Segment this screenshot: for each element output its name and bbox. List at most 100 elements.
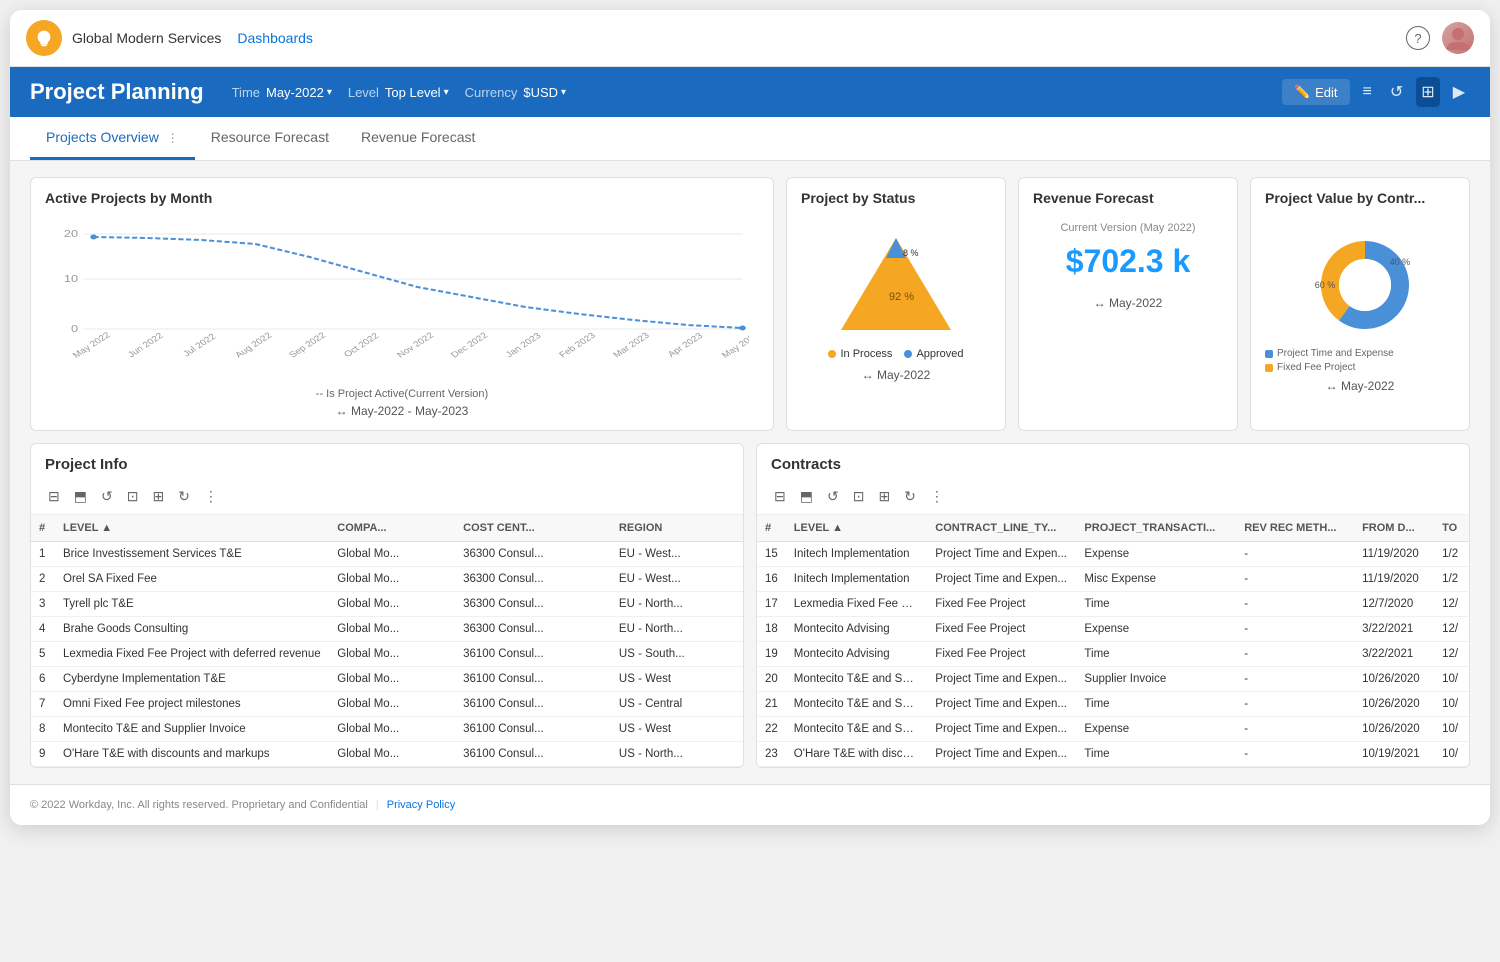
tab-projects-overview[interactable]: Projects Overview ⋮ — [30, 117, 195, 160]
table-row[interactable]: 18 Montecito Advising Fixed Fee Project … — [757, 617, 1469, 642]
row-contract: Project Time and Expen... — [927, 542, 1076, 567]
c-col-from[interactable]: FROM D... — [1354, 515, 1434, 542]
table-row[interactable]: 1 Brice Investissement Services T&E Glob… — [31, 542, 743, 567]
row-level: O'Hare T&E with discounts and markups — [55, 742, 329, 767]
row-region: EU - West... — [611, 567, 743, 592]
copyright-text: © 2022 Workday, Inc. All rights reserved… — [30, 799, 368, 811]
project-info-card: Project Info ⊟ ⬒ ↺ ⊡ ⊞ ↻ ⋮ # LEV — [30, 443, 744, 768]
c-export-tool-btn[interactable]: ⬒ — [797, 485, 816, 508]
tab-resource-forecast[interactable]: Resource Forecast — [195, 117, 345, 160]
fte-legend: Project Time and Expense — [1265, 348, 1455, 359]
col-level[interactable]: LEVEL ▲ — [55, 515, 329, 542]
row-from: 10/19/2021 — [1354, 742, 1434, 767]
row-transaction: Expense — [1076, 542, 1236, 567]
row-from: 3/22/2021 — [1354, 617, 1434, 642]
contracts-table-wrapper: # LEVEL ▲ CONTRACT_LINE_TY... PROJECT_TR… — [757, 515, 1469, 767]
table-row[interactable]: 23 O'Hare T&E with discounts and markups… — [757, 742, 1469, 767]
privacy-link[interactable]: Privacy Policy — [387, 799, 455, 811]
row-cost: 36100 Consul... — [455, 742, 611, 767]
user-avatar[interactable] — [1442, 22, 1474, 54]
table-row[interactable]: 4 Brahe Goods Consulting Global Mo... 36… — [31, 617, 743, 642]
filter-tool-btn[interactable]: ⊟ — [45, 485, 63, 508]
row-to: 12/ — [1434, 642, 1469, 667]
row-num: 15 — [757, 542, 786, 567]
project-status-body: 8 % 92 % In Process Approved — [787, 214, 1005, 402]
export-tool-btn[interactable]: ⬒ — [71, 485, 90, 508]
table-row[interactable]: 17 Lexmedia Fixed Fee Project with defer… — [757, 592, 1469, 617]
c-refresh-tool-btn[interactable]: ↺ — [824, 485, 842, 508]
save-tool-btn[interactable]: ⊞ — [149, 485, 167, 508]
table-row[interactable]: 15 Initech Implementation Project Time a… — [757, 542, 1469, 567]
top-nav-right: ? — [1406, 22, 1474, 54]
revenue-period[interactable]: ↔ May-2022 — [1033, 296, 1223, 310]
tab-menu-icon[interactable]: ⋮ — [167, 131, 179, 145]
approved-dot — [904, 350, 912, 358]
table-row[interactable]: 8 Montecito T&E and Supplier Invoice Glo… — [31, 717, 743, 742]
c-copy-tool-btn[interactable]: ⊡ — [850, 485, 868, 508]
c-col-num: # — [757, 515, 786, 542]
time-value[interactable]: May-2022 ▾ — [266, 85, 332, 100]
svg-text:Mar 2023: Mar 2023 — [611, 331, 651, 359]
row-level: Brahe Goods Consulting — [55, 617, 329, 642]
table-row[interactable]: 21 Montecito T&E and Supplier Invoice Pr… — [757, 692, 1469, 717]
grid-icon-btn[interactable]: ⊞ — [1416, 77, 1439, 107]
c-col-contract[interactable]: CONTRACT_LINE_TY... — [927, 515, 1076, 542]
c-more-tool-btn[interactable]: ⋮ — [927, 485, 947, 508]
col-cost[interactable]: COST CENT... — [455, 515, 611, 542]
row-level: Tyrell plc T&E — [55, 592, 329, 617]
row-contract: Project Time and Expen... — [927, 667, 1076, 692]
edit-button[interactable]: ✏️ Edit — [1282, 79, 1350, 105]
refresh-tool-btn[interactable]: ↺ — [98, 485, 116, 508]
row-contract: Project Time and Expen... — [927, 692, 1076, 717]
donut-legend: Project Time and Expense Fixed Fee Proje… — [1265, 348, 1455, 373]
level-value[interactable]: Top Level ▾ — [385, 85, 449, 100]
tab-revenue-forecast[interactable]: Revenue Forecast — [345, 117, 491, 160]
c-col-level[interactable]: LEVEL ▲ — [786, 515, 928, 542]
table-row[interactable]: 16 Initech Implementation Project Time a… — [757, 567, 1469, 592]
svg-text:0: 0 — [71, 324, 78, 334]
c-filter-tool-btn[interactable]: ⊟ — [771, 485, 789, 508]
row-contract: Fixed Fee Project — [927, 592, 1076, 617]
help-icon[interactable]: ? — [1406, 26, 1430, 50]
c-save-tool-btn[interactable]: ⊞ — [875, 485, 893, 508]
copy-tool-btn[interactable]: ⊡ — [124, 485, 142, 508]
table-row[interactable]: 9 O'Hare T&E with discounts and markups … — [31, 742, 743, 767]
table-row[interactable]: 20 Montecito T&E and Supplier Invoice Pr… — [757, 667, 1469, 692]
c-col-to[interactable]: TO — [1434, 515, 1469, 542]
filter-icon-btn[interactable]: ≡ — [1358, 78, 1377, 106]
table-row[interactable]: 6 Cyberdyne Implementation T&E Global Mo… — [31, 667, 743, 692]
table-row[interactable]: 19 Montecito Advising Fixed Fee Project … — [757, 642, 1469, 667]
table-row[interactable]: 2 Orel SA Fixed Fee Global Mo... 36300 C… — [31, 567, 743, 592]
row-cost: 36300 Consul... — [455, 617, 611, 642]
table-row[interactable]: 3 Tyrell plc T&E Global Mo... 36300 Cons… — [31, 592, 743, 617]
row-to: 1/2 — [1434, 542, 1469, 567]
project-status-title: Project by Status — [787, 178, 1005, 214]
table-row[interactable]: 7 Omni Fixed Fee project milestones Glob… — [31, 692, 743, 717]
dashboards-link[interactable]: Dashboards — [237, 30, 313, 46]
value-period[interactable]: ↔ May-2022 — [1265, 379, 1455, 393]
svg-text:Sep 2022: Sep 2022 — [287, 331, 328, 360]
row-num: 1 — [31, 542, 55, 567]
status-period[interactable]: ↔ May-2022 — [862, 368, 931, 382]
video-icon-btn[interactable]: ▶ — [1448, 77, 1470, 107]
more-tool-btn[interactable]: ⋮ — [201, 485, 221, 508]
row-level: Montecito T&E and Supplier Invoice — [786, 692, 928, 717]
c-col-rev[interactable]: REV REC METH... — [1236, 515, 1354, 542]
row-from: 10/26/2020 — [1354, 667, 1434, 692]
svg-text:8 %: 8 % — [903, 248, 919, 258]
row-num: 16 — [757, 567, 786, 592]
col-company[interactable]: COMPA... — [329, 515, 455, 542]
row-num: 5 — [31, 642, 55, 667]
reload-tool-btn[interactable]: ↻ — [175, 485, 193, 508]
table-row[interactable]: 22 Montecito T&E and Supplier Invoice Pr… — [757, 717, 1469, 742]
table-row[interactable]: 5 Lexmedia Fixed Fee Project with deferr… — [31, 642, 743, 667]
currency-value[interactable]: $USD ▾ — [523, 85, 566, 100]
c-reload-tool-btn[interactable]: ↻ — [901, 485, 919, 508]
row-region: US - South... — [611, 642, 743, 667]
c-col-transaction[interactable]: PROJECT_TRANSACTI... — [1076, 515, 1236, 542]
chart-period[interactable]: ↔ May-2022 - May-2023 — [45, 404, 759, 418]
col-region[interactable]: REGION — [611, 515, 743, 542]
svg-text:Dec 2022: Dec 2022 — [449, 331, 490, 360]
row-num: 23 — [757, 742, 786, 767]
refresh-icon-btn[interactable]: ↺ — [1385, 77, 1408, 107]
